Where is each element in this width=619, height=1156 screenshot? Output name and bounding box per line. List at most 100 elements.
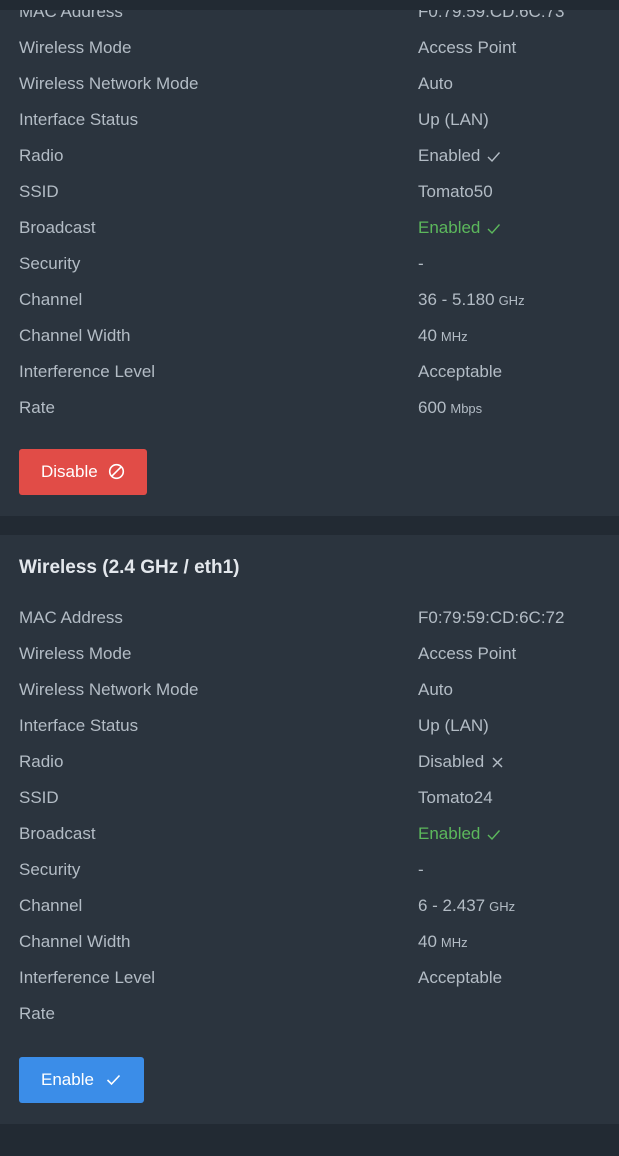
field-label: Interface Status [19, 716, 139, 735]
field-value: Tomato50 [418, 180, 493, 204]
value-text: Acceptable [418, 968, 503, 987]
value-text: Enabled [418, 824, 481, 843]
row-wireless-mode: Wireless Mode Access Point [0, 642, 619, 678]
field-label: Wireless Mode [19, 644, 132, 663]
disable-button[interactable]: Disable [19, 449, 148, 495]
close-icon [490, 755, 505, 770]
check-icon [486, 827, 501, 842]
field-value: Acceptable [418, 360, 502, 384]
field-label: SSID [19, 788, 59, 807]
value-text: Disabled [418, 752, 485, 771]
row-channel-width: Channel Width 40 MHz [0, 324, 619, 360]
field-label: Interference Level [19, 362, 156, 381]
field-label: Security [19, 254, 81, 273]
field-value: Auto [418, 678, 453, 702]
enable-button[interactable]: Enable [19, 1057, 144, 1103]
field-label: Channel [19, 896, 83, 915]
value-text: Up (LAN) [418, 716, 489, 735]
row-interference-level: Interference Level Acceptable [0, 966, 619, 1002]
ban-icon [108, 463, 125, 480]
row-ssid: SSID Tomato50 [0, 180, 619, 216]
field-label: Wireless Network Mode [19, 680, 199, 699]
field-value: Disabled [418, 750, 505, 774]
field-label: SSID [19, 182, 59, 201]
check-icon [105, 1071, 122, 1088]
wireless-2-4ghz-panel: Wireless (2.4 GHz / eth1) MAC Address F0:… [0, 535, 619, 1124]
row-radio: Radio Disabled [0, 750, 619, 786]
value-unit: MHz [440, 329, 468, 344]
check-icon [486, 221, 501, 236]
field-label: Wireless Network Mode [19, 74, 199, 93]
value-text: - [418, 860, 424, 879]
field-label: Radio [19, 146, 64, 165]
field-value: Access Point [418, 642, 516, 666]
value-text: Tomato24 [418, 788, 493, 807]
value-unit: GHz [498, 293, 525, 308]
value-text: 600 [418, 398, 447, 417]
value-text: Up (LAN) [418, 110, 489, 129]
value-text: Acceptable [418, 362, 503, 381]
row-broadcast: Broadcast Enabled [0, 216, 619, 252]
field-value: Up (LAN) [418, 714, 489, 738]
row-radio: Radio Enabled [0, 144, 619, 180]
row-rate: Rate [0, 1002, 619, 1038]
panel-title: Wireless (2.4 GHz / eth1) [19, 557, 240, 578]
top-bar [0, 0, 619, 10]
row-ssid: SSID Tomato24 [0, 786, 619, 822]
wireless-5ghz-panel: MAC Address F0:79:59:CD:6C:73 Wireless Mod… [0, 0, 619, 516]
row-channel-width: Channel Width 40 MHz [0, 930, 619, 966]
field-value: 600 Mbps [418, 396, 482, 421]
value-unit: Mbps [450, 401, 483, 416]
value-text: F0:79:59:CD:6C:72 [418, 608, 565, 627]
field-value: F0:79:59:CD:6C:72 [418, 606, 564, 630]
field-value: 40 MHz [418, 324, 468, 349]
value-text: 36 - 5.180 [418, 290, 495, 309]
field-label: Channel Width [19, 326, 131, 345]
row-security: Security - [0, 252, 619, 288]
field-value: Acceptable [418, 966, 502, 990]
row-channel: Channel 36 - 5.180 GHz [0, 288, 619, 324]
field-label: Broadcast [19, 824, 96, 843]
value-text: 6 - 2.437 [418, 896, 486, 915]
field-value: Enabled [418, 216, 501, 240]
field-label: Rate [19, 1004, 55, 1023]
row-channel: Channel 6 - 2.437 GHz [0, 894, 619, 930]
field-value: - [418, 858, 424, 882]
value-text: Auto [418, 74, 453, 93]
value-text: 40 [418, 932, 437, 951]
field-value: 6 - 2.437 GHz [418, 894, 515, 919]
field-label: Rate [19, 398, 55, 417]
value-unit: MHz [440, 935, 468, 950]
field-value: Enabled [418, 822, 501, 846]
value-text: Enabled [418, 218, 481, 237]
row-wireless-network-mode: Wireless Network Mode Auto [0, 678, 619, 714]
field-value: Access Point [418, 36, 516, 60]
row-mac-address: MAC Address F0:79:59:CD:6C:72 [0, 606, 619, 642]
value-text: Tomato50 [418, 182, 493, 201]
row-wireless-mode: Wireless Mode Access Point [0, 36, 619, 72]
field-value: Auto [418, 72, 453, 96]
disable-button-label: Disable [41, 462, 98, 481]
value-text: Access Point [418, 38, 517, 57]
field-label: Channel Width [19, 932, 131, 951]
value-text: Auto [418, 680, 453, 699]
field-label: MAC Address [19, 608, 123, 627]
row-wireless-network-mode: Wireless Network Mode Auto [0, 72, 619, 108]
field-label: Security [19, 860, 81, 879]
field-value: 40 MHz [418, 930, 468, 955]
enable-button-label: Enable [41, 1070, 94, 1089]
check-icon [486, 149, 501, 164]
field-label: Interference Level [19, 968, 156, 987]
field-label: Wireless Mode [19, 38, 132, 57]
row-interface-status: Interface Status Up (LAN) [0, 108, 619, 144]
field-value: 36 - 5.180 GHz [418, 288, 525, 313]
field-label: Radio [19, 752, 64, 771]
field-value: - [418, 252, 424, 276]
value-text: Enabled [418, 146, 481, 165]
field-value: Tomato24 [418, 786, 493, 810]
row-interface-status: Interface Status Up (LAN) [0, 714, 619, 750]
value-text: - [418, 254, 424, 273]
field-value: Enabled [418, 144, 501, 168]
row-broadcast: Broadcast Enabled [0, 822, 619, 858]
row-security: Security - [0, 858, 619, 894]
